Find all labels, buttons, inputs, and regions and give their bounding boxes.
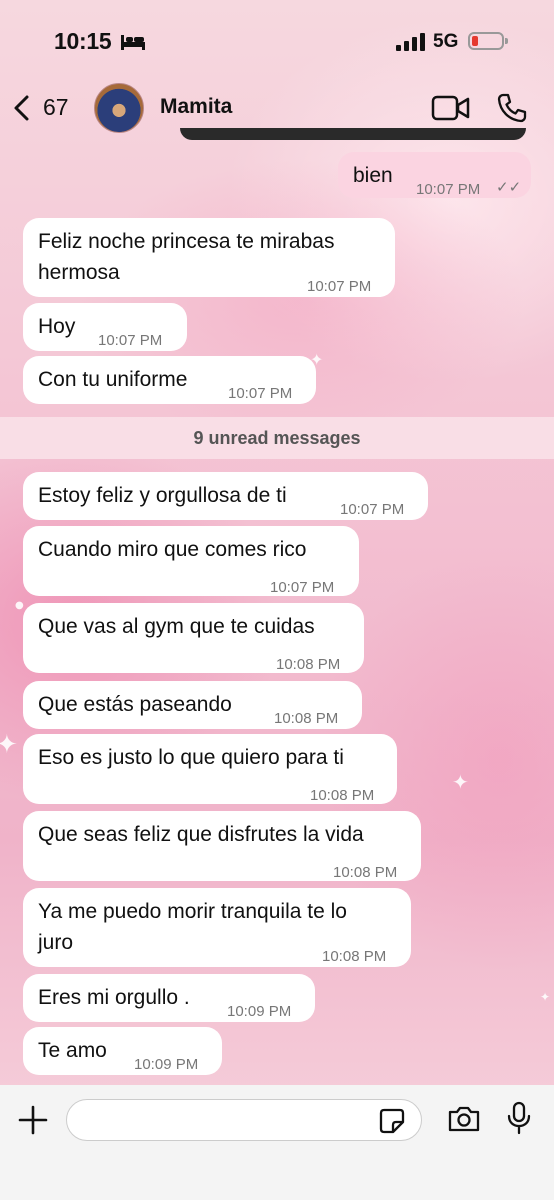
message-time: 10:07 PM [340,501,405,518]
message-text: bien [353,164,393,187]
message-bubble[interactable]: Ya me puedo morir tranquila te lo juro 1… [23,888,411,967]
unread-messages-banner: 9 unread messages [0,417,554,459]
status-time: 10:15 [54,28,112,54]
phone-call-icon[interactable] [496,92,528,124]
message-text: Ya me puedo morir tranquila te lo juro [38,896,347,958]
message-time: 10:09 PM [134,1056,199,1073]
message-composer [0,1085,554,1200]
sleep-focus-icon [121,35,145,50]
unread-messages-text: 9 unread messages [193,428,361,448]
message-bubble[interactable]: Que estás paseando 10:08 PM [23,681,362,729]
message-time: 10:07 PM [98,332,163,349]
message-bubble[interactable]: Eso es justo lo que quiero para ti 10:08… [23,734,397,804]
message-bubble-outgoing[interactable]: bien 10:07 PM ✓✓ [338,152,531,198]
message-line: Feliz noche princesa te mirabas [38,230,335,253]
avatar[interactable] [94,83,144,133]
battery-level [472,36,478,46]
chat-header: 67 Mamita [0,78,554,140]
message-time: 10:08 PM [333,864,398,881]
message-time: 10:08 PM [274,710,339,727]
message-line: Ya me puedo morir tranquila te lo [38,900,347,923]
message-bubble[interactable]: Estoy feliz y orgullosa de ti 10:07 PM [23,472,428,520]
message-time: 10:07 PM [228,385,293,402]
message-time: 10:08 PM [322,948,387,965]
message-bubble[interactable]: Cuando miro que comes rico 10:07 PM [23,526,359,596]
message-text: Eso es justo lo que quiero para ti [38,746,344,769]
message-time: 10:09 PM [227,1003,292,1020]
message-bubble[interactable]: Te amo 10:09 PM [23,1027,222,1075]
sparkle-decoration: ✦ [452,770,469,794]
unread-chats-count[interactable]: 67 [43,94,69,121]
message-text: Cuando miro que comes rico [38,538,307,561]
sparkle-decoration: ● [15,600,24,611]
message-text: Eres mi orgullo . [38,986,190,1009]
contact-name[interactable]: Mamita [160,95,232,119]
sparkle-decoration: ✦ [540,990,551,1004]
microphone-icon[interactable] [506,1101,532,1135]
network-type: 5G [433,31,459,52]
message-bubble[interactable]: Que seas feliz que disfrutes la vida 10:… [23,811,421,881]
camera-icon[interactable] [447,1105,481,1133]
back-chevron-icon[interactable] [12,94,32,122]
message-bubble[interactable]: Hoy 10:07 PM [23,303,187,351]
message-bubble[interactable]: Que vas al gym que te cuidas 10:08 PM [23,603,364,673]
battery-icon [468,32,504,50]
sparkle-decoration: ✦ [0,730,18,760]
sticker-icon[interactable] [379,1108,405,1134]
video-call-icon[interactable] [431,94,471,122]
message-time: 10:07 PM [307,278,372,295]
message-bubble[interactable]: Con tu uniforme 10:07 PM [23,356,316,404]
message-text: Hoy [38,315,76,338]
message-text: Que seas feliz que disfrutes la vida [38,823,364,846]
message-bubble[interactable]: Feliz noche princesa te mirabas hermosa … [23,218,395,297]
message-time: 10:08 PM [276,656,341,673]
read-receipt-icon: ✓✓ [496,179,522,196]
message-text: Te amo [38,1039,107,1062]
message-text: Que vas al gym que te cuidas [38,615,315,638]
message-line: juro [38,931,74,954]
message-time: 10:08 PM [310,787,375,804]
battery-tip [505,38,508,44]
plus-icon[interactable] [18,1105,48,1135]
message-text: Que estás paseando [38,693,232,716]
signal-icon [396,33,425,51]
message-text: Estoy feliz y orgullosa de ti [38,484,287,507]
message-bubble[interactable]: Eres mi orgullo . 10:09 PM [23,974,315,1022]
status-bar: 10:15 5G [0,0,554,80]
message-time: 10:07 PM [270,579,335,596]
message-time: 10:07 PM [416,181,481,198]
message-text: Feliz noche princesa te mirabas hermosa [38,226,334,288]
message-text: Con tu uniforme [38,368,188,391]
message-input[interactable] [66,1099,422,1141]
message-line: hermosa [38,261,120,284]
